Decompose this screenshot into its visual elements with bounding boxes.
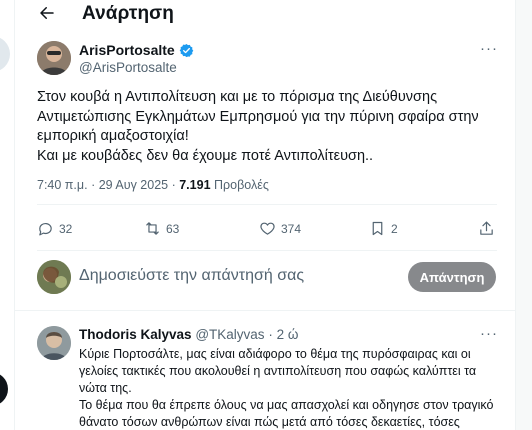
bookmark-icon (372, 221, 383, 236)
post-text-line: Και με κουβάδες δεν θα έχουμε ποτέ Αντιπ… (37, 147, 374, 164)
reply-action[interactable]: 32 (37, 220, 72, 237)
current-user-avatar[interactable] (37, 260, 71, 294)
views-label: Προβολές (214, 178, 269, 192)
repost-icon (146, 222, 159, 235)
left-nav-strip (0, 0, 14, 430)
author-name[interactable]: ArisPortosalte (79, 42, 194, 58)
divider (37, 250, 497, 251)
author-handle[interactable]: @ArisPortosalte (79, 60, 177, 75)
reply-text: Κύριε Πορτοσάλτε, μας είναι αδιάφορο το … (79, 346, 499, 430)
reply-text-line: Κύριε Πορτοσάλτε, μας είναι αδιάφορο το … (79, 347, 477, 395)
divider (37, 204, 497, 205)
post-text-line: Στον κουβά η Αντιπολίτευση και με το πόρ… (37, 89, 479, 144)
author-name-text: ArisPortosalte (79, 42, 175, 58)
reply-age[interactable]: 2 ώ (277, 327, 299, 342)
repost-action[interactable]: 63 (144, 220, 179, 237)
repost-count: 63 (166, 221, 180, 236)
section-divider (15, 310, 515, 311)
share-action[interactable] (478, 220, 495, 237)
views-count: 7.191 (179, 178, 211, 192)
verified-badge-icon (179, 43, 194, 57)
like-count: 374 (281, 221, 302, 236)
scrollbar[interactable] (515, 0, 532, 430)
reply-input[interactable]: Δημοσιεύστε την απάντησή σας (79, 267, 304, 285)
back-arrow-icon (40, 7, 54, 19)
bookmark-action[interactable]: 2 (369, 220, 398, 237)
reply-header: Thodoris Kalyvas @TKalyvas · 2 ώ (79, 327, 299, 342)
nav-avatar-fragment[interactable] (0, 36, 10, 72)
reply-author-name[interactable]: Thodoris Kalyvas (79, 327, 192, 342)
nav-post-button-fragment[interactable] (0, 372, 8, 406)
post-meta: 7:40 π.μ. · 29 Αυγ 2025 · 7.191 Προβολές (37, 178, 269, 192)
author-avatar[interactable] (37, 41, 71, 75)
back-button[interactable] (33, 1, 61, 25)
post-text: Στον κουβά η Αντιπολίτευση και με το πόρ… (37, 88, 497, 166)
action-bar: 32 63 374 2 (37, 220, 497, 240)
page-title: Ανάρτηση (82, 3, 174, 24)
reply-author-avatar[interactable] (37, 326, 71, 360)
like-action[interactable]: 374 (259, 220, 301, 237)
post-time[interactable]: 7:40 π.μ. (37, 178, 88, 192)
reply-composer: Δημοσιεύστε την απάντησή σας Απάντηση (15, 255, 515, 301)
reply-icon (39, 222, 52, 236)
main-column: Ανάρτηση ArisPortosalte @ArisPortosalte … (14, 0, 515, 430)
reply-text-line: Το θέμα που θα έπρεπε όλους να μας απασχ… (79, 398, 494, 429)
reply-count: 32 (59, 221, 73, 236)
page-header: Ανάρτηση (15, 0, 515, 30)
reply-more-options-icon[interactable]: ··· (480, 325, 498, 342)
post-date[interactable]: 29 Αυγ 2025 (99, 178, 168, 192)
reply-submit-button[interactable]: Απάντηση (408, 262, 496, 292)
share-icon (480, 221, 493, 235)
more-options-icon[interactable]: ··· (480, 40, 498, 57)
heart-icon (260, 222, 275, 235)
bookmark-count: 2 (391, 221, 398, 236)
reply-author-handle[interactable]: @TKalyvas (195, 327, 264, 342)
